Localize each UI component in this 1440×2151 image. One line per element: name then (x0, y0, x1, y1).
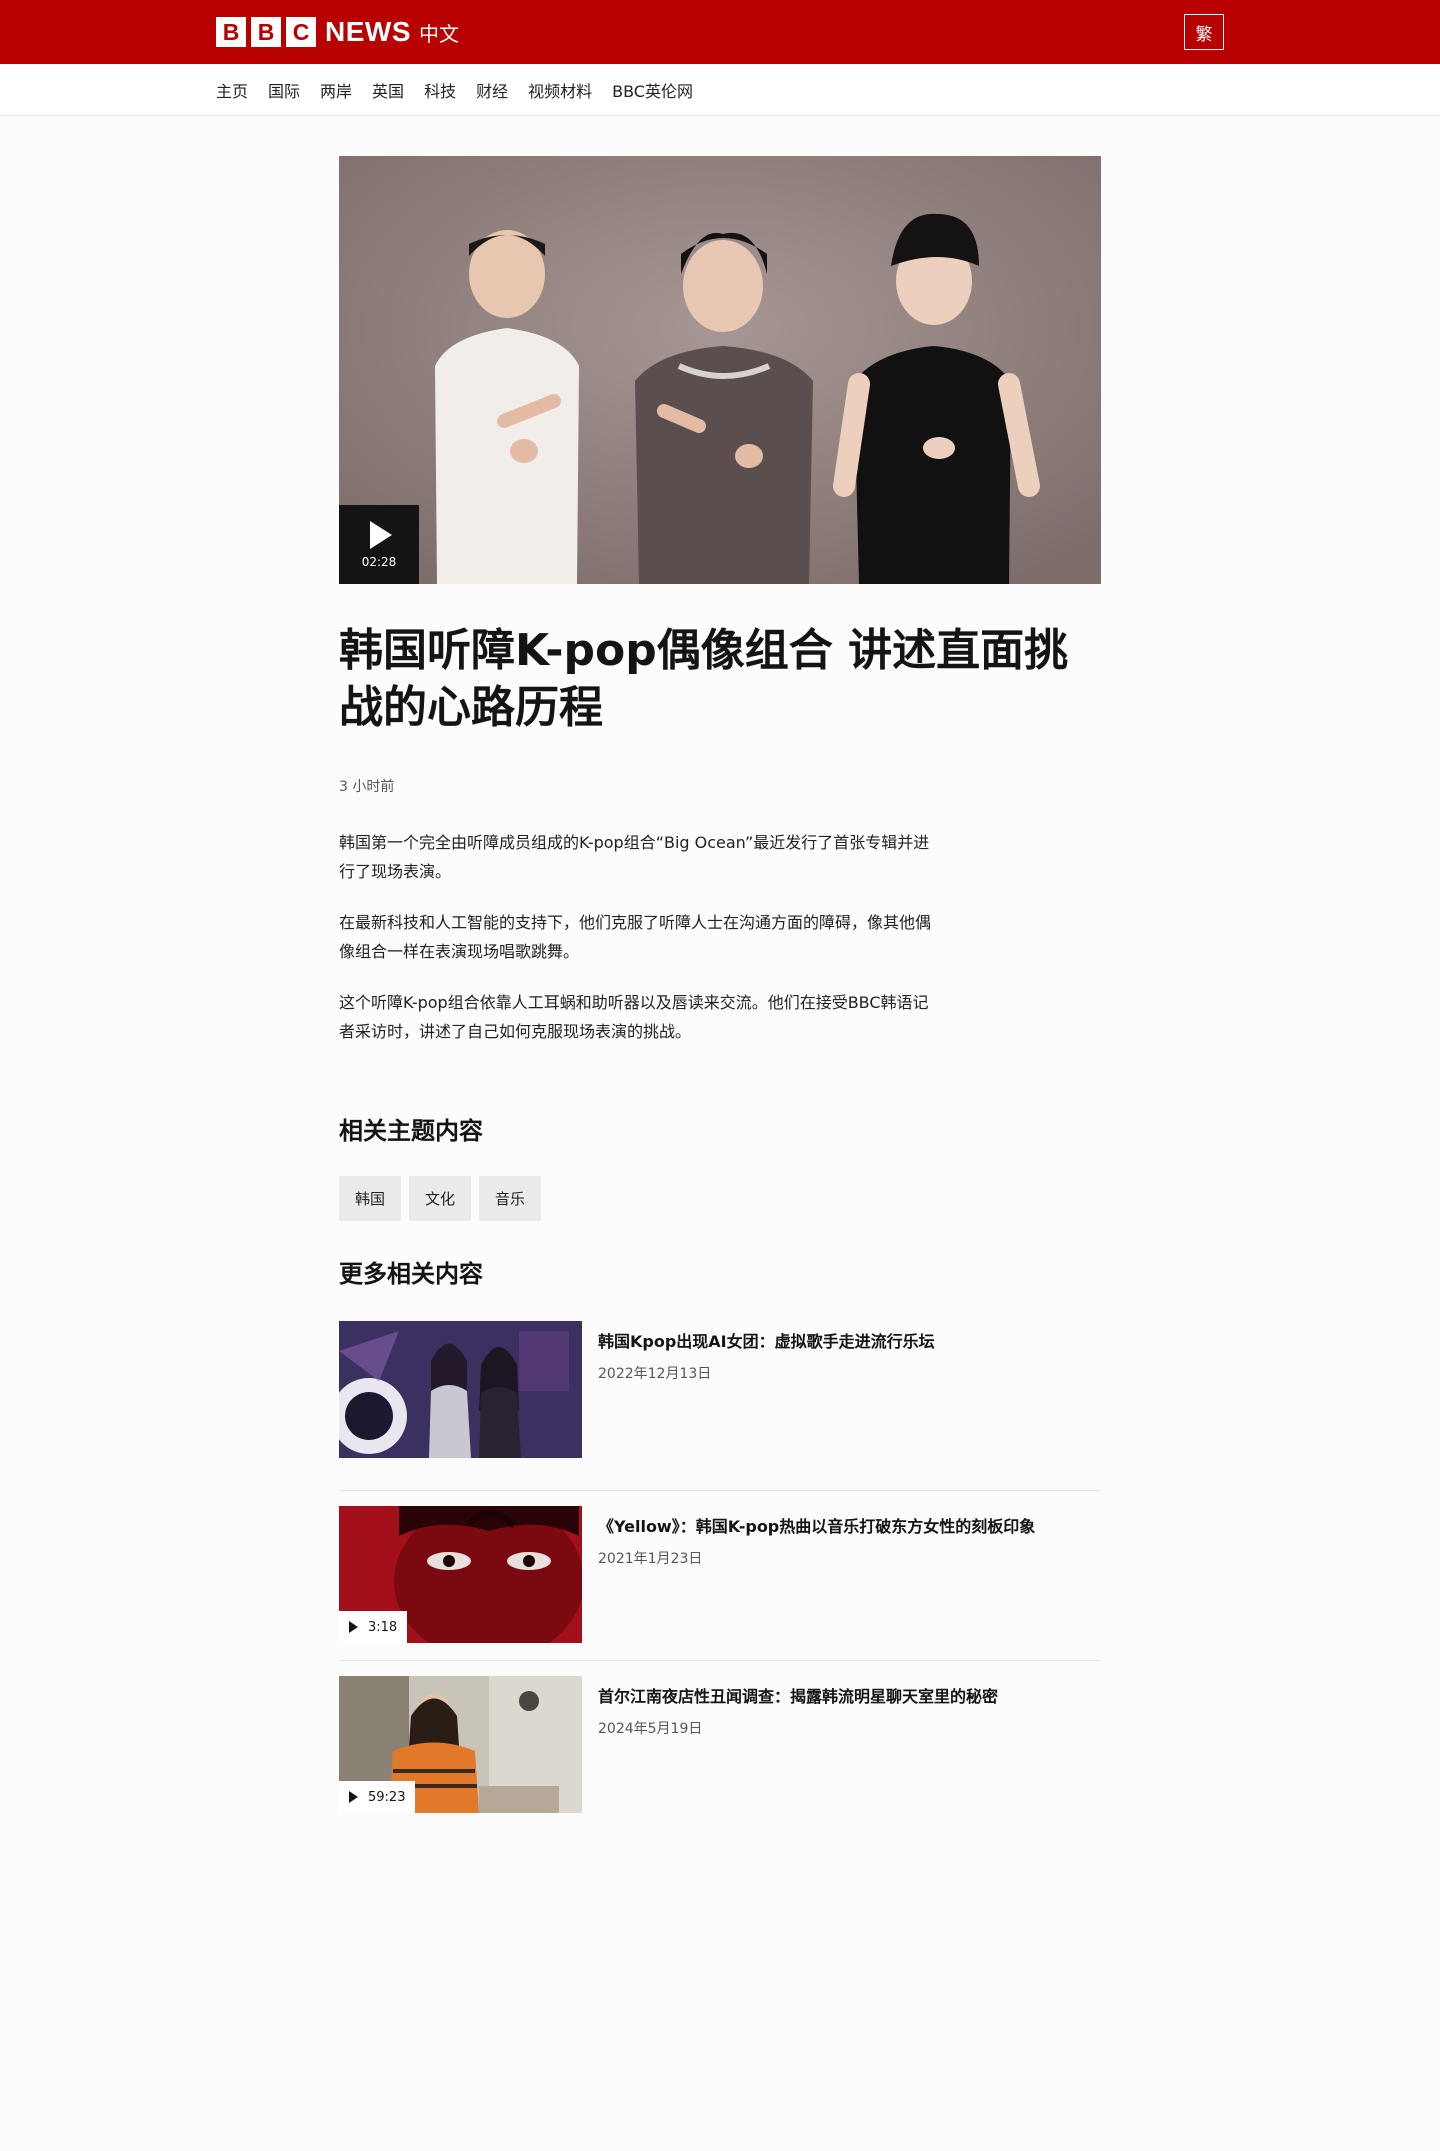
logo-letter-b2: B (251, 17, 281, 47)
topic-tag-music[interactable]: 音乐 (479, 1176, 542, 1221)
play-icon (370, 520, 392, 549)
more-content-title: 更多相关内容 (339, 1260, 483, 1288)
article-paragraph: 韩国第一个完全由听障成员组成的K-pop组合“Big Ocean”最近发行了首张… (339, 833, 930, 881)
related-item[interactable]: 59:23 首尔江南夜店性丑闻调查：揭露韩流明星聊天室里的秘密 2024年5月1… (339, 1661, 1101, 1831)
video-duration-badge: 3:18 (339, 1611, 408, 1643)
hero-video-player[interactable]: 02:28 (339, 156, 1101, 584)
related-thumbnail[interactable]: 3:18 (339, 1506, 582, 1643)
topic-tags: 韩国 文化 音乐 (339, 1176, 1101, 1221)
logo-language-text: 中文 (419, 21, 459, 46)
main-navigation: 主页 国际 两岸 英国 科技 财经 视频材料 BBC英伦网 (0, 64, 1440, 116)
article-headline: 韩国听障K-pop偶像组合 讲述直面挑战的心路历程 (339, 625, 1069, 733)
related-date: 2021年1月23日 (598, 1551, 703, 1567)
related-item[interactable]: 韩国Kpop出现AI女团：虚拟歌手走进流行乐坛 2022年12月13日 (339, 1321, 1101, 1491)
related-date: 2024年5月19日 (598, 1721, 703, 1737)
related-date: 2022年12月13日 (598, 1366, 712, 1382)
logo-letter-b1: B (216, 17, 246, 47)
related-title[interactable]: 《Yellow》：韩国K-pop热曲以音乐打破东方女性的刻板印象 (598, 1516, 1035, 1538)
play-icon (349, 1621, 358, 1633)
related-info: 首尔江南夜店性丑闻调查：揭露韩流明星聊天室里的秘密 2024年5月19日 (598, 1676, 998, 1831)
related-topics-title: 相关主题内容 (339, 1117, 483, 1145)
bbc-news-logo[interactable]: B B C NEWS 中文 (216, 16, 459, 48)
video-duration: 02:28 (361, 554, 397, 569)
nav-item-finance[interactable]: 财经 (476, 78, 508, 102)
logo-letter-c: C (286, 17, 316, 47)
article-main: 02:28 韩国听障K-pop偶像组合 讲述直面挑战的心路历程 3 小时前 韩国… (339, 156, 1101, 1831)
top-bar: B B C NEWS 中文 繁 (0, 0, 1440, 64)
related-title[interactable]: 首尔江南夜店性丑闻调查：揭露韩流明星聊天室里的秘密 (598, 1686, 998, 1708)
related-thumbnail[interactable] (339, 1321, 582, 1458)
video-duration: 3:18 (368, 1619, 398, 1635)
traditional-chinese-toggle[interactable]: 繁 (1184, 14, 1224, 50)
nav-item-uk[interactable]: 英国 (372, 78, 404, 102)
ai-girl-group-image (339, 1321, 582, 1458)
video-duration-badge: 59:23 (339, 1781, 416, 1813)
logo-news-text: NEWS (325, 16, 411, 47)
nav-item-video[interactable]: 视频材料 (528, 78, 592, 102)
article-timestamp: 3 小时前 (339, 779, 395, 795)
article-paragraph: 这个听障K-pop组合依靠人工耳蜗和助听器以及唇读来交流。他们在接受BBC韩语记… (339, 993, 929, 1041)
related-item[interactable]: 3:18 《Yellow》：韩国K-pop热曲以音乐打破东方女性的刻板印象 20… (339, 1491, 1101, 1661)
nav-item-home[interactable]: 主页 (216, 78, 248, 102)
related-info: 韩国Kpop出现AI女团：虚拟歌手走进流行乐坛 2022年12月13日 (598, 1321, 935, 1490)
related-thumbnail[interactable]: 59:23 (339, 1676, 582, 1813)
nav-item-bbc-uk-chinese[interactable]: BBC英伦网 (612, 78, 693, 102)
related-title[interactable]: 韩国Kpop出现AI女团：虚拟歌手走进流行乐坛 (598, 1331, 935, 1353)
related-list: 韩国Kpop出现AI女团：虚拟歌手走进流行乐坛 2022年12月13日 3:18… (339, 1321, 1101, 1831)
topic-tag-culture[interactable]: 文化 (409, 1176, 472, 1221)
article-paragraph: 在最新科技和人工智能的支持下，他们克服了听障人士在沟通方面的障碍，像其他偶像组合… (339, 913, 932, 961)
nav-item-international[interactable]: 国际 (268, 78, 300, 102)
video-play-button[interactable]: 02:28 (339, 505, 419, 584)
video-duration: 59:23 (368, 1789, 406, 1805)
nav-item-tech[interactable]: 科技 (424, 78, 456, 102)
article-body: 韩国第一个完全由听障成员组成的K-pop组合“Big Ocean”最近发行了首张… (339, 828, 939, 1046)
nav-item-cross-strait[interactable]: 两岸 (320, 78, 352, 102)
topic-tag-korea[interactable]: 韩国 (339, 1176, 402, 1221)
play-icon (349, 1791, 358, 1803)
hero-video-thumbnail (339, 156, 1101, 584)
related-info: 《Yellow》：韩国K-pop热曲以音乐打破东方女性的刻板印象 2021年1月… (598, 1506, 1035, 1660)
